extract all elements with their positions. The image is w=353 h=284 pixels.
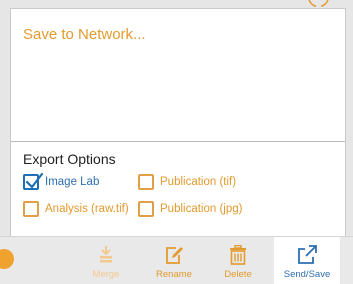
- save-dialog: Save to Network... Export Options Image …: [0, 0, 353, 284]
- rename-label: Rename: [156, 269, 192, 280]
- top-corner-ornament: [308, 0, 329, 7]
- merge-button[interactable]: Merge: [80, 237, 132, 284]
- save-to-network-area[interactable]: Save to Network...: [11, 9, 345, 142]
- option-image-lab[interactable]: Image Lab: [23, 172, 100, 190]
- image-lab-label: Image Lab: [45, 176, 100, 188]
- trash-icon: [230, 245, 246, 265]
- analysis-raw-tif-label: Analysis (raw.tif): [45, 203, 129, 215]
- publication-jpg-label: Publication (jpg): [160, 203, 243, 215]
- save-to-network-link[interactable]: Save to Network...: [23, 26, 146, 43]
- analysis-raw-tif-checkbox[interactable]: [23, 201, 39, 217]
- bottom-toolbar: Merge Rename Delete Send/Save: [0, 236, 353, 284]
- side-tab-handle[interactable]: [0, 249, 14, 269]
- delete-label: Delete: [224, 269, 252, 280]
- merge-icon: [100, 246, 112, 263]
- publication-tif-label: Publication (tif): [160, 176, 237, 188]
- option-analysis-raw-tif[interactable]: Analysis (raw.tif): [23, 201, 129, 217]
- options-panel: Save to Network... Export Options Image …: [10, 8, 346, 237]
- export-options-title: Export Options: [23, 151, 116, 167]
- export-icon: [298, 245, 317, 264]
- delete-button[interactable]: Delete: [212, 237, 264, 284]
- option-publication-jpg[interactable]: Publication (jpg): [138, 201, 242, 217]
- checkmark-icon: [25, 172, 44, 189]
- merge-label: Merge: [92, 269, 120, 280]
- send-save-button[interactable]: Send/Save: [274, 237, 340, 284]
- rename-button[interactable]: Rename: [148, 237, 200, 284]
- publication-jpg-checkbox[interactable]: [138, 201, 154, 217]
- publication-tif-checkbox[interactable]: [138, 174, 154, 190]
- rename-icon: [166, 247, 183, 264]
- send-save-label: Send/Save: [283, 269, 331, 280]
- image-lab-checkbox[interactable]: [23, 172, 44, 190]
- option-publication-tif[interactable]: Publication (tif): [138, 174, 236, 190]
